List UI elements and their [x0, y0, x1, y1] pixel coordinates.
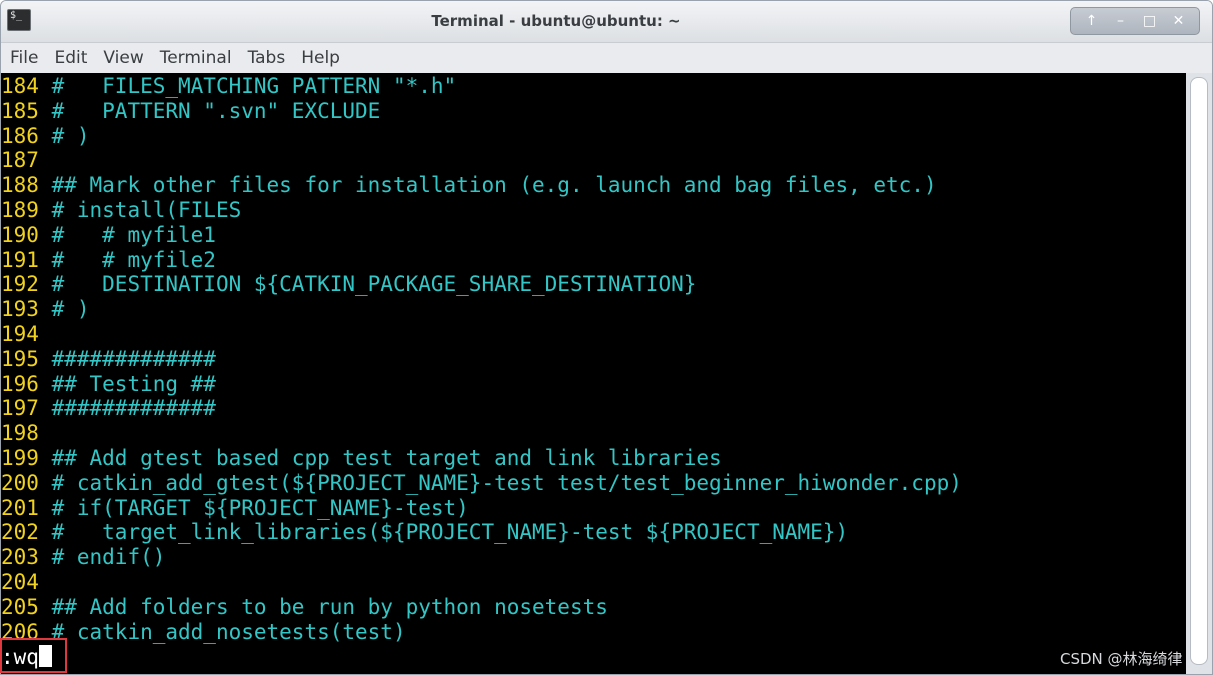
maximize-icon[interactable]: □ — [1141, 14, 1159, 28]
menu-terminal[interactable]: Terminal — [160, 48, 232, 68]
line-text: # PATTERN ".svn" EXCLUDE — [38, 98, 381, 123]
line-text: # ) — [38, 297, 90, 322]
line-number: 201 — [1, 495, 39, 520]
menu-tabs[interactable]: Tabs — [248, 48, 286, 68]
terminal-line: 202 # target_link_libraries(${PROJECT_NA… — [1, 520, 848, 545]
terminal-line: 200 # catkin_add_gtest(${PROJECT_NAME}-t… — [1, 471, 962, 496]
scrollbar-thumb[interactable] — [1190, 77, 1208, 665]
line-text: # target_link_libraries(${PROJECT_NAME}-… — [38, 520, 849, 545]
window-title: Terminal - ubuntu@ubuntu: ~ — [431, 12, 681, 30]
terminal-line: 197 ############# — [1, 396, 216, 421]
line-text: # endif() — [38, 545, 166, 570]
terminal-line: 196 ## Testing ## — [1, 372, 216, 397]
line-number: 185 — [1, 98, 39, 123]
line-text: # catkin_add_gtest(${PROJECT_NAME}-test … — [38, 470, 962, 495]
terminal-output[interactable]: 184 # FILES_MATCHING PATTERN "*.h" 185 # … — [1, 73, 1186, 674]
line-number: 187 — [1, 148, 39, 173]
line-number: 194 — [1, 322, 39, 346]
terminal-line: 193 # ) — [1, 297, 90, 322]
menu-file[interactable]: File — [10, 48, 38, 68]
line-text: # if(TARGET ${PROJECT_NAME}-test) — [38, 495, 469, 520]
terminal-line: 199 ## Add gtest based cpp test target a… — [1, 446, 722, 471]
line-text: ############# — [38, 396, 216, 421]
line-text: # DESTINATION ${CATKIN_PACKAGE_SHARE_DES… — [38, 272, 697, 297]
line-text: ## Mark other files for installation (e.… — [38, 173, 937, 198]
terminal-window: $_ Terminal - ubuntu@ubuntu: ~ ↑ – □ ✕ F… — [0, 0, 1213, 675]
terminal-line: 205 ## Add folders to be run by python n… — [1, 595, 608, 620]
line-number: 192 — [1, 272, 39, 297]
line-number: 198 — [1, 421, 39, 446]
terminal-line: 195 ############# — [1, 347, 216, 372]
terminal-line: 186 # ) — [1, 124, 90, 149]
line-text: ## Add gtest based cpp test target and l… — [38, 446, 722, 470]
line-number: 200 — [1, 470, 39, 495]
text-cursor — [38, 645, 52, 667]
line-number: 184 — [1, 74, 39, 98]
line-number: 202 — [1, 520, 39, 545]
line-text: ## Add folders to be run by python noset… — [38, 594, 608, 619]
terminal-line: 204 — [1, 570, 39, 595]
line-number: 199 — [1, 446, 39, 470]
terminal-line: 191 # # myfile2 — [1, 248, 216, 273]
line-number: 191 — [1, 247, 39, 272]
vim-command-line[interactable]: :wq — [1, 645, 52, 670]
terminal-line: 189 # install(FILES — [1, 198, 241, 223]
line-text: # FILES_MATCHING PATTERN "*.h" — [38, 74, 457, 98]
window-controls: ↑ – □ ✕ — [1070, 7, 1200, 35]
title-bar[interactable]: $_ Terminal - ubuntu@ubuntu: ~ ↑ – □ ✕ — [1, 1, 1212, 43]
line-text: # install(FILES — [38, 198, 242, 222]
line-number: 189 — [1, 198, 39, 222]
shade-icon[interactable]: ↑ — [1083, 14, 1101, 28]
line-number: 193 — [1, 297, 39, 322]
line-number: 204 — [1, 570, 39, 594]
menu-edit[interactable]: Edit — [54, 48, 87, 68]
line-number: 197 — [1, 396, 39, 421]
line-number: 196 — [1, 371, 39, 396]
terminal-line: 188 ## Mark other files for installation… — [1, 173, 937, 198]
line-text: ############# — [38, 346, 216, 371]
line-number: 205 — [1, 594, 39, 619]
line-number: 195 — [1, 346, 39, 371]
terminal-line: 187 — [1, 148, 39, 173]
line-text: # ) — [38, 123, 90, 148]
line-text: # catkin_add_nosetests(test) — [38, 619, 406, 644]
terminal-line: 203 # endif() — [1, 545, 165, 570]
watermark: CSDN @林海绮律 — [1060, 650, 1183, 668]
terminal-line: 190 # # myfile1 — [1, 223, 216, 248]
close-icon[interactable]: ✕ — [1170, 14, 1188, 28]
vim-command: :wq — [1, 645, 39, 669]
line-text: # # myfile1 — [38, 222, 216, 247]
line-number: 206 — [1, 619, 39, 644]
line-number: 190 — [1, 222, 39, 247]
menu-view[interactable]: View — [103, 48, 143, 68]
terminal-line: 194 — [1, 322, 39, 347]
line-number: 203 — [1, 545, 39, 570]
menu-help[interactable]: Help — [301, 48, 340, 68]
terminal-line: 198 — [1, 421, 39, 446]
minimize-icon[interactable]: – — [1112, 14, 1130, 28]
terminal-line: 185 # PATTERN ".svn" EXCLUDE — [1, 99, 380, 124]
line-text: ## Testing ## — [38, 371, 216, 396]
line-number: 186 — [1, 123, 39, 148]
terminal-line: 206 # catkin_add_nosetests(test) — [1, 620, 406, 645]
terminal-line: 192 # DESTINATION ${CATKIN_PACKAGE_SHARE… — [1, 272, 696, 297]
menu-bar: File Edit View Terminal Tabs Help — [1, 43, 1212, 73]
line-number: 188 — [1, 173, 39, 198]
vertical-scrollbar[interactable] — [1186, 73, 1212, 674]
terminal-line: 201 # if(TARGET ${PROJECT_NAME}-test) — [1, 496, 469, 521]
terminal-line: 184 # FILES_MATCHING PATTERN "*.h" — [1, 74, 456, 99]
line-text: # # myfile2 — [38, 247, 216, 272]
